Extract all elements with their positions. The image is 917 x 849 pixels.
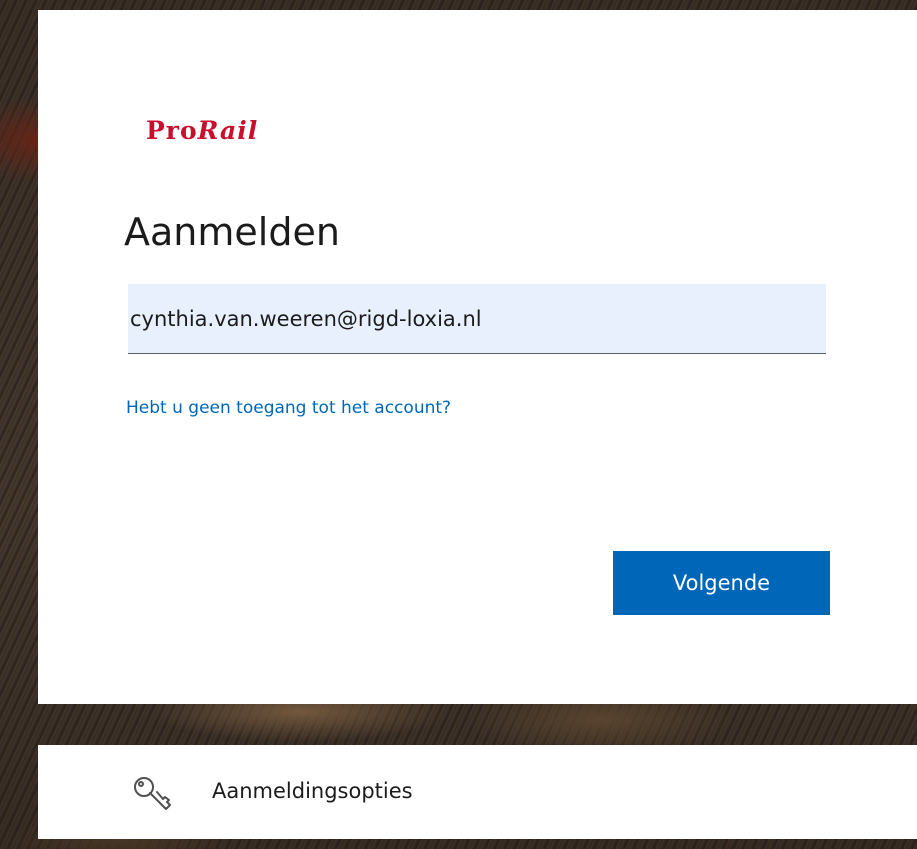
email-field[interactable]	[128, 284, 826, 354]
page-title: Aanmelden	[124, 210, 340, 254]
signin-card: ProRail Aanmelden Hebt u geen toegang to…	[38, 10, 917, 704]
prorail-logo: ProRail	[146, 116, 259, 145]
key-icon	[134, 777, 171, 810]
no-access-link[interactable]: Hebt u geen toegang tot het account?	[126, 398, 451, 418]
signin-options-button[interactable]: Aanmeldingsopties	[38, 745, 917, 839]
next-button[interactable]: Volgende	[613, 551, 830, 615]
signin-options-label: Aanmeldingsopties	[212, 779, 413, 803]
